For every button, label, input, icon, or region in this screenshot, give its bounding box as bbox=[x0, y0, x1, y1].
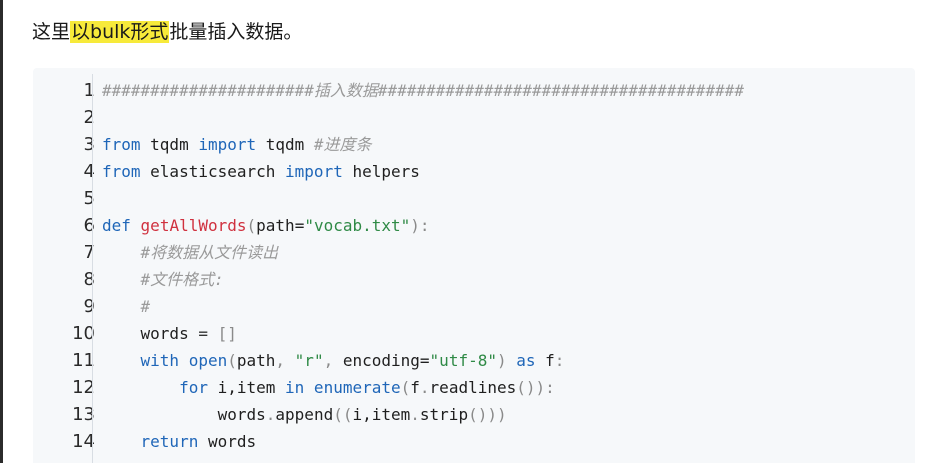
code-punctuation: . bbox=[410, 405, 420, 424]
line-number: 8 bbox=[83, 269, 95, 290]
code-identifier: tqdm bbox=[256, 135, 314, 154]
code-punctuation: , bbox=[323, 351, 343, 370]
line-number: 10 bbox=[72, 323, 95, 344]
code-punctuation: . bbox=[265, 405, 276, 424]
code-line-4: from elasticsearch import helpers bbox=[102, 158, 420, 185]
code-keyword: return bbox=[140, 432, 199, 451]
code-punctuation: ( bbox=[400, 378, 411, 397]
code-punctuation: [] bbox=[217, 324, 237, 343]
code-operator: = bbox=[188, 324, 218, 343]
code-comment: #进度条 bbox=[313, 135, 372, 154]
code-punctuation: ()): bbox=[516, 378, 555, 397]
code-line-13: words.append((i,item.strip())) bbox=[102, 401, 507, 428]
code-identifier: i,item bbox=[352, 405, 411, 424]
code-string: "utf-8" bbox=[429, 351, 497, 370]
code-line-11: with open(path, "r", encoding="utf-8") a… bbox=[102, 347, 565, 374]
line-number: 12 bbox=[72, 377, 95, 398]
code-identifier: path= bbox=[256, 216, 305, 235]
code-identifier: path bbox=[236, 351, 276, 370]
code-identifier: words bbox=[217, 405, 266, 424]
line-number: 11 bbox=[72, 350, 95, 371]
code-punctuation: ( bbox=[227, 351, 237, 370]
code-punctuation: ) bbox=[496, 351, 517, 370]
code-identifier: f bbox=[410, 378, 420, 397]
code-identifier: encoding= bbox=[342, 351, 430, 370]
line-number-gutter: 1 2 3 4 5 6 7 8 9 10 11 12 13 14 bbox=[33, 68, 95, 463]
code-keyword: import bbox=[198, 135, 257, 154]
code-line-12: for i,item in enumerate(f.readlines()): bbox=[102, 374, 555, 401]
code-identifier: strip bbox=[419, 405, 469, 424]
intro-highlight: 以bulk形式 bbox=[70, 21, 170, 43]
gutter-divider bbox=[92, 74, 93, 463]
code-line-6: def getAllWords(path="vocab.txt"): bbox=[102, 212, 430, 239]
line-number: 2 bbox=[83, 107, 95, 128]
code-keyword: from bbox=[102, 135, 141, 154]
intro-text-before: 这里 bbox=[32, 21, 71, 43]
code-punctuation: . bbox=[419, 378, 430, 397]
code-punctuation: (( bbox=[333, 405, 353, 424]
code-keyword: def bbox=[102, 216, 131, 235]
code-block: 1 2 3 4 5 6 7 8 9 10 11 12 13 14 #######… bbox=[33, 68, 915, 463]
code-builtin: open bbox=[188, 351, 228, 370]
code-punctuation: ): bbox=[410, 216, 430, 235]
line-number: 7 bbox=[83, 242, 95, 263]
code-punctuation: , bbox=[275, 351, 295, 370]
code-line-1: ######################插入数据##############… bbox=[102, 77, 744, 104]
code-identifier: words bbox=[140, 324, 189, 343]
code-identifier: f bbox=[535, 351, 555, 370]
line-number: 13 bbox=[72, 404, 95, 425]
line-number: 1 bbox=[83, 80, 95, 101]
code-line-7: #将数据从文件读出 bbox=[102, 239, 279, 266]
intro-text-after: 批量插入数据。 bbox=[169, 21, 303, 43]
code-identifier: i,item bbox=[207, 378, 286, 397]
code-identifier: helpers bbox=[342, 162, 420, 181]
code-identifier: tqdm bbox=[140, 135, 199, 154]
code-comment: #将数据从文件读出 bbox=[140, 243, 279, 262]
code-keyword: with bbox=[140, 351, 180, 370]
line-number: 4 bbox=[83, 161, 95, 182]
code-builtin: enumerate bbox=[304, 378, 401, 397]
code-string: "r" bbox=[294, 351, 324, 370]
code-punctuation: : bbox=[554, 351, 565, 370]
code-keyword: in bbox=[285, 378, 305, 397]
code-line-9: # bbox=[102, 293, 151, 320]
code-identifier: append bbox=[275, 405, 334, 424]
code-punctuation: ( bbox=[246, 216, 257, 235]
line-number: 14 bbox=[72, 431, 95, 452]
code-punctuation: ())) bbox=[468, 405, 507, 424]
line-number: 9 bbox=[83, 296, 95, 317]
code-identifier: readlines bbox=[429, 378, 517, 397]
code-keyword: for bbox=[179, 378, 208, 397]
code-keyword: from bbox=[102, 162, 141, 181]
code-string: "vocab.txt" bbox=[304, 216, 411, 235]
code-keyword: as bbox=[516, 351, 536, 370]
code-line-8: #文件格式: bbox=[102, 266, 224, 293]
code-line-3: from tqdm import tqdm #进度条 bbox=[102, 131, 372, 158]
code-identifier: elasticsearch bbox=[140, 162, 286, 181]
code-line-14: return words bbox=[102, 428, 257, 455]
code-identifier: words bbox=[198, 432, 257, 451]
code-comment: # bbox=[140, 297, 151, 316]
code-comment: ######################插入数据##############… bbox=[102, 81, 744, 100]
code-comment: #文件格式: bbox=[140, 270, 224, 289]
line-number: 3 bbox=[83, 134, 95, 155]
code-keyword: import bbox=[285, 162, 343, 181]
window-left-edge bbox=[0, 0, 3, 463]
intro-paragraph: 这里以bulk形式批量插入数据。 bbox=[32, 17, 302, 47]
line-number: 6 bbox=[83, 215, 95, 236]
line-number: 5 bbox=[83, 188, 95, 209]
code-line-10: words = [] bbox=[102, 320, 237, 347]
code-function-name: getAllWords bbox=[140, 216, 247, 235]
